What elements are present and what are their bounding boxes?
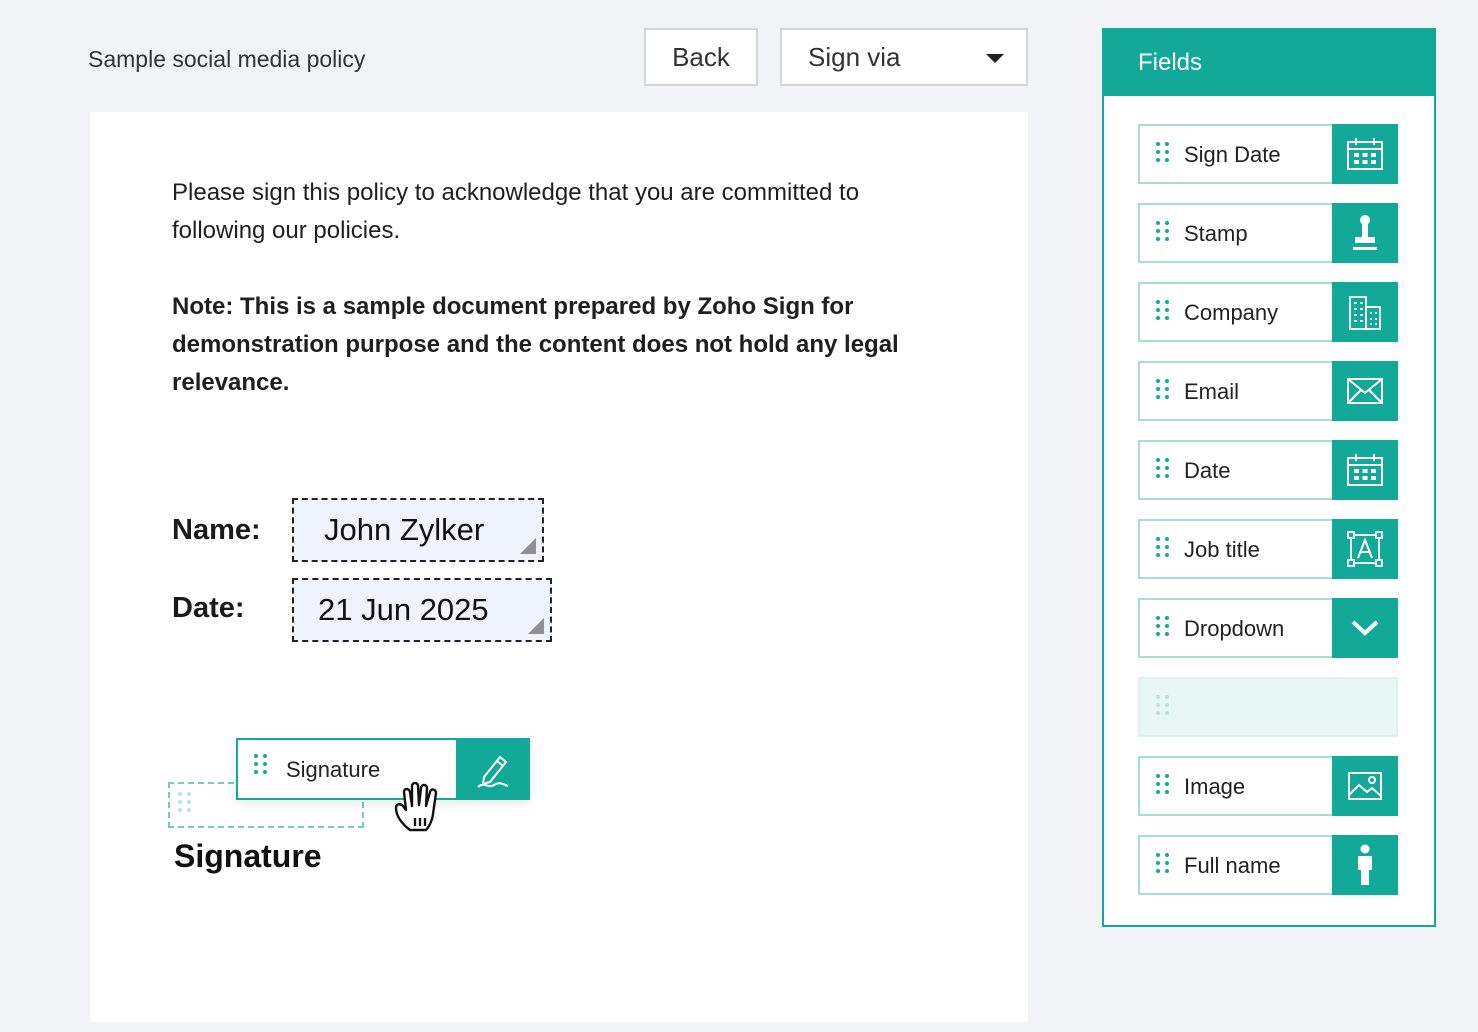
field-sign-date[interactable]: Sign Date <box>1138 124 1398 184</box>
name-label: Name: <box>172 514 261 546</box>
grab-cursor-icon <box>390 778 448 841</box>
sign-via-dropdown[interactable]: Sign via <box>780 28 1028 86</box>
drag-handle-icon <box>1156 537 1169 557</box>
sign-via-label: Sign via <box>808 41 901 72</box>
date-label: Date: <box>172 592 245 624</box>
envelope-icon <box>1332 361 1398 421</box>
drag-handle-icon <box>1156 142 1169 162</box>
name-value: John Zylker <box>324 512 485 547</box>
drag-handle-icon <box>1156 774 1169 794</box>
signature-chip-label: Signature <box>286 757 381 782</box>
field-placeholder-slot <box>1138 677 1398 737</box>
stamp-icon <box>1332 203 1398 263</box>
field-dropdown[interactable]: Dropdown <box>1138 598 1398 658</box>
drag-handle-icon <box>1156 300 1169 320</box>
field-label: Stamp <box>1184 221 1248 246</box>
field-label: Image <box>1184 774 1246 799</box>
document-title: Sample social media policy <box>88 46 366 72</box>
resize-handle[interactable] <box>528 618 544 634</box>
back-button[interactable]: Back <box>644 28 758 86</box>
chevron-down-icon <box>1332 598 1398 658</box>
fields-panel-title: Fields <box>1104 30 1434 96</box>
field-stamp[interactable]: Stamp <box>1138 203 1398 263</box>
field-full-name[interactable]: Full name <box>1138 835 1398 895</box>
drag-handle-icon <box>254 754 267 774</box>
field-job-title[interactable]: Job title <box>1138 519 1398 579</box>
field-image[interactable]: Image <box>1138 756 1398 816</box>
drag-handle-icon <box>1156 221 1169 241</box>
field-label: Company <box>1184 300 1279 325</box>
drag-handle-icon <box>1156 379 1169 399</box>
text-box-icon <box>1332 519 1398 579</box>
note-paragraph: Note: This is a sample document prepared… <box>172 293 899 396</box>
drag-handle-icon <box>1156 458 1169 478</box>
policy-paragraph: Please sign this policy to acknowledge t… <box>172 179 860 244</box>
signature-label: Signature <box>174 838 322 874</box>
field-label: Date <box>1184 458 1231 483</box>
field-company[interactable]: Company <box>1138 282 1398 342</box>
resize-handle[interactable] <box>520 538 536 554</box>
drag-handle-icon <box>1156 616 1169 636</box>
field-label: Job title <box>1184 537 1260 562</box>
calendar-icon <box>1332 124 1398 184</box>
person-icon <box>1332 835 1398 895</box>
field-label: Sign Date <box>1184 142 1281 167</box>
field-label: Email <box>1184 379 1240 404</box>
dragging-signature-field[interactable]: Signature <box>236 738 530 800</box>
field-label: Full name <box>1184 853 1281 878</box>
calendar-icon <box>1332 440 1398 500</box>
field-label: Dropdown <box>1184 616 1285 641</box>
date-field[interactable]: 21 Jun 2025 <box>292 578 552 642</box>
building-icon <box>1332 282 1398 342</box>
name-field[interactable]: John Zylker <box>292 498 544 562</box>
document-page: Please sign this policy to acknowledge t… <box>90 112 1028 1022</box>
date-value: 21 Jun 2025 <box>318 592 489 627</box>
drag-handle-icon <box>178 792 191 812</box>
field-email[interactable]: Email <box>1138 361 1398 421</box>
drag-handle-icon <box>1156 695 1169 715</box>
field-date[interactable]: Date <box>1138 440 1398 500</box>
fields-panel: Fields Sign Date Stamp Company Email Dat… <box>1102 28 1436 927</box>
image-icon <box>1332 756 1398 816</box>
signature-pen-icon <box>456 738 530 800</box>
caret-down-icon <box>986 54 1004 63</box>
drag-handle-icon <box>1156 853 1169 873</box>
